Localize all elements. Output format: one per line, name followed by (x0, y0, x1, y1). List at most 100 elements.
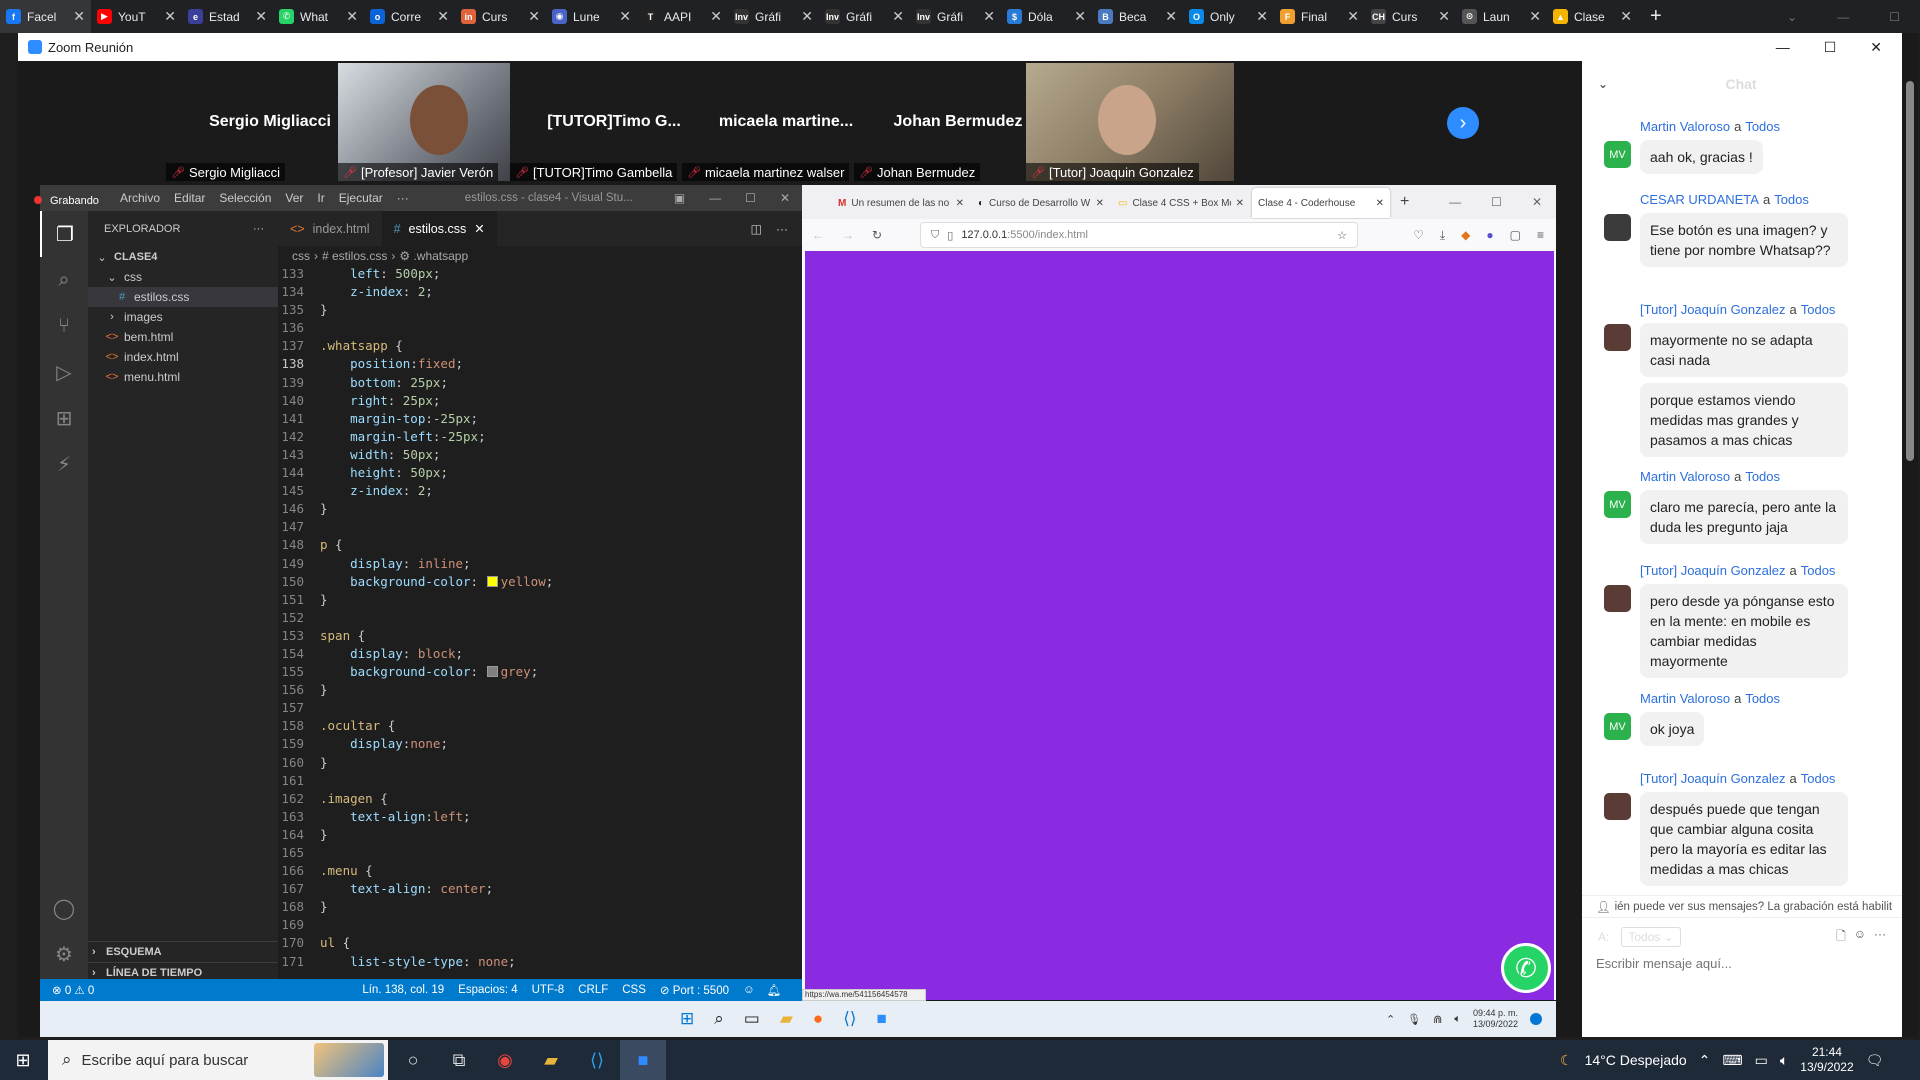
menu-item[interactable]: Archivo (120, 191, 160, 205)
weather-text[interactable]: 14°C Despejado (1585, 1052, 1687, 1068)
close-icon[interactable]: ✕ (346, 8, 358, 25)
avatar[interactable] (1604, 585, 1631, 612)
bookmark-star-icon[interactable]: ☆ (1337, 229, 1347, 242)
tree-item[interactable]: <> menu.html (88, 367, 278, 387)
browser-tab[interactable]: CH Curs ✕ (1365, 0, 1456, 33)
browser-tab[interactable]: T AAPI ✕ (637, 0, 728, 33)
cursor-position[interactable]: Lín. 138, col. 19 (362, 984, 444, 996)
language-mode[interactable]: CSS (622, 984, 646, 996)
task-view-icon[interactable]: ⧉ (436, 1040, 482, 1080)
code-line[interactable]: 165 (278, 845, 796, 863)
close-icon[interactable]: ✕ (1532, 195, 1542, 209)
browser-tab[interactable]: ▲ Clase ✕ (1547, 0, 1638, 33)
sender-name[interactable]: [Tutor] Joaquín Gonzalez (1640, 302, 1786, 317)
code-line[interactable]: 137 .whatsapp { (278, 338, 796, 356)
extension2-icon[interactable]: ▢ (1510, 228, 1521, 243)
menu-item[interactable]: ··· (397, 191, 409, 205)
chat-message-input[interactable] (1596, 956, 1886, 971)
clock-time[interactable]: 21:44 (1800, 1045, 1853, 1060)
tree-item[interactable]: <> bem.html (88, 327, 278, 347)
close-icon[interactable]: ✕ (1529, 8, 1541, 25)
code-line[interactable]: 134 z-index: 2; (278, 284, 796, 302)
browser-tab[interactable]: f Facel ✕ (0, 0, 91, 33)
code-line[interactable]: 152 (278, 610, 796, 628)
breadcrumb-item[interactable]: # estilos.css (322, 249, 387, 263)
code-line[interactable]: 151} (278, 592, 796, 610)
taskbar-search[interactable]: ⌕ Escribe aquí para buscar (48, 1040, 388, 1080)
more-icon[interactable]: ··· (776, 222, 788, 236)
sender-name[interactable]: [Tutor] Joaquín Gonzalez (1640, 563, 1786, 578)
cortana-icon[interactable]: ○ (390, 1040, 436, 1080)
browser-tab[interactable]: in Curs ✕ (455, 0, 546, 33)
menu-icon[interactable]: ≡ (1537, 228, 1544, 243)
firefox-tab[interactable]: ▭ Clase 4 CSS + Box Mo ✕ (1112, 188, 1250, 218)
code-line[interactable]: 143 width: 50px; (278, 447, 796, 465)
code-line[interactable]: 148 p { (278, 537, 796, 555)
close-icon[interactable]: ✕ (1236, 198, 1244, 209)
browser-tab[interactable]: ⊙ Laun ✕ (1456, 0, 1547, 33)
code-line[interactable]: 141 margin-top:-25px; (278, 411, 796, 429)
metamask-icon[interactable]: ◆ (1461, 228, 1470, 243)
browser-tab[interactable]: Inv Gráfi ✕ (910, 0, 1001, 33)
minimize-icon[interactable]: — (709, 191, 721, 205)
participant-tile[interactable]: 🎤︎ [Tutor] Joaquin Gonzalez (1026, 63, 1234, 181)
close-icon[interactable]: ✕ (437, 8, 449, 25)
close-icon[interactable]: ✕ (164, 8, 176, 25)
network-icon[interactable]: ⌨ (1722, 1052, 1742, 1069)
code-line[interactable]: 157 (278, 700, 796, 718)
code-line[interactable]: 163 text-align:left; (278, 809, 796, 827)
code-line[interactable]: 153 span { (278, 628, 796, 646)
close-icon[interactable]: ✕ (528, 8, 540, 25)
zoom-icon[interactable]: ■ (620, 1040, 666, 1080)
close-icon[interactable]: ✕ (956, 198, 964, 209)
code-line[interactable]: 171 list-style-type: none; (278, 954, 796, 972)
outline-section[interactable]: › ESQUEMA (88, 942, 278, 962)
account-icon[interactable]: ◯ (40, 885, 88, 931)
close-icon[interactable]: ✕ (1096, 198, 1104, 209)
tree-item[interactable]: ⌄ CLASE4 (88, 247, 278, 267)
code-line[interactable]: 159 display:none; (278, 736, 796, 754)
split-editor-icon[interactable]: ◫ (751, 222, 762, 236)
code-line[interactable]: 149 display: inline; (278, 556, 796, 574)
browser-tab[interactable]: ✆ What ✕ (273, 0, 364, 33)
close-icon[interactable]: ✕ (1620, 8, 1632, 25)
recipient-select[interactable]: Todos ⌄ (1621, 927, 1681, 947)
close-icon[interactable]: ✕ (983, 8, 995, 25)
close-icon[interactable]: ✕ (1376, 198, 1384, 209)
editor-tab[interactable]: # estilos.css ✕ (381, 211, 497, 246)
file-explorer-icon[interactable]: ▰ (528, 1040, 574, 1080)
display-icon[interactable]: ▭ (1755, 1052, 1768, 1069)
close-icon[interactable]: ✕ (710, 8, 722, 25)
browser-tab[interactable]: O Only ✕ (1183, 0, 1274, 33)
weather-icon[interactable]: ☾ (1560, 1052, 1573, 1069)
code-editor[interactable]: 133 left: 500px; 134 z-index: 2; 135} 136 13… (278, 266, 796, 979)
code-line[interactable]: 135} (278, 302, 796, 320)
recipient-name[interactable]: Todos (1774, 192, 1809, 207)
recipient-name[interactable]: Todos (1801, 563, 1836, 578)
firefox-tab[interactable]: ◐ Curso de Desarrollo W ✕ (972, 188, 1110, 218)
file-icon[interactable]: 🗋︎ (1836, 927, 1846, 948)
source-control-icon[interactable]: ⑂ (40, 303, 88, 349)
menu-item[interactable]: Ejecutar (339, 191, 383, 205)
sender-name[interactable]: Martin Valoroso (1640, 691, 1730, 706)
clock-date[interactable]: 13/9/2022 (1800, 1060, 1853, 1075)
chrome-icon[interactable]: ◉ (482, 1040, 528, 1080)
sender-name[interactable]: CESAR URDANETA (1640, 192, 1759, 207)
maximize-icon[interactable]: ☐ (745, 191, 756, 205)
menu-item[interactable]: Editar (174, 191, 205, 205)
avatar[interactable]: MV (1604, 713, 1631, 740)
avatar[interactable] (1604, 214, 1631, 241)
close-icon[interactable]: ✕ (1256, 8, 1268, 25)
pocket-icon[interactable]: ♡ (1413, 228, 1424, 243)
sender-name[interactable]: [Tutor] Joaquín Gonzalez (1640, 771, 1786, 786)
encoding[interactable]: UTF-8 (532, 984, 565, 996)
eol[interactable]: CRLF (578, 984, 608, 996)
browser-tab[interactable]: F Final ✕ (1274, 0, 1365, 33)
minimize-icon[interactable]: — (1449, 195, 1461, 209)
whatsapp-button[interactable]: ✆ (1501, 943, 1551, 993)
avatar[interactable]: MV (1604, 141, 1631, 168)
code-line[interactable]: 166 .menu { (278, 863, 796, 881)
tree-item[interactable]: <> index.html (88, 347, 278, 367)
problems-status[interactable]: ⊗ 0 ⚠ 0 (40, 983, 94, 997)
sender-name[interactable]: Martin Valoroso (1640, 469, 1730, 484)
